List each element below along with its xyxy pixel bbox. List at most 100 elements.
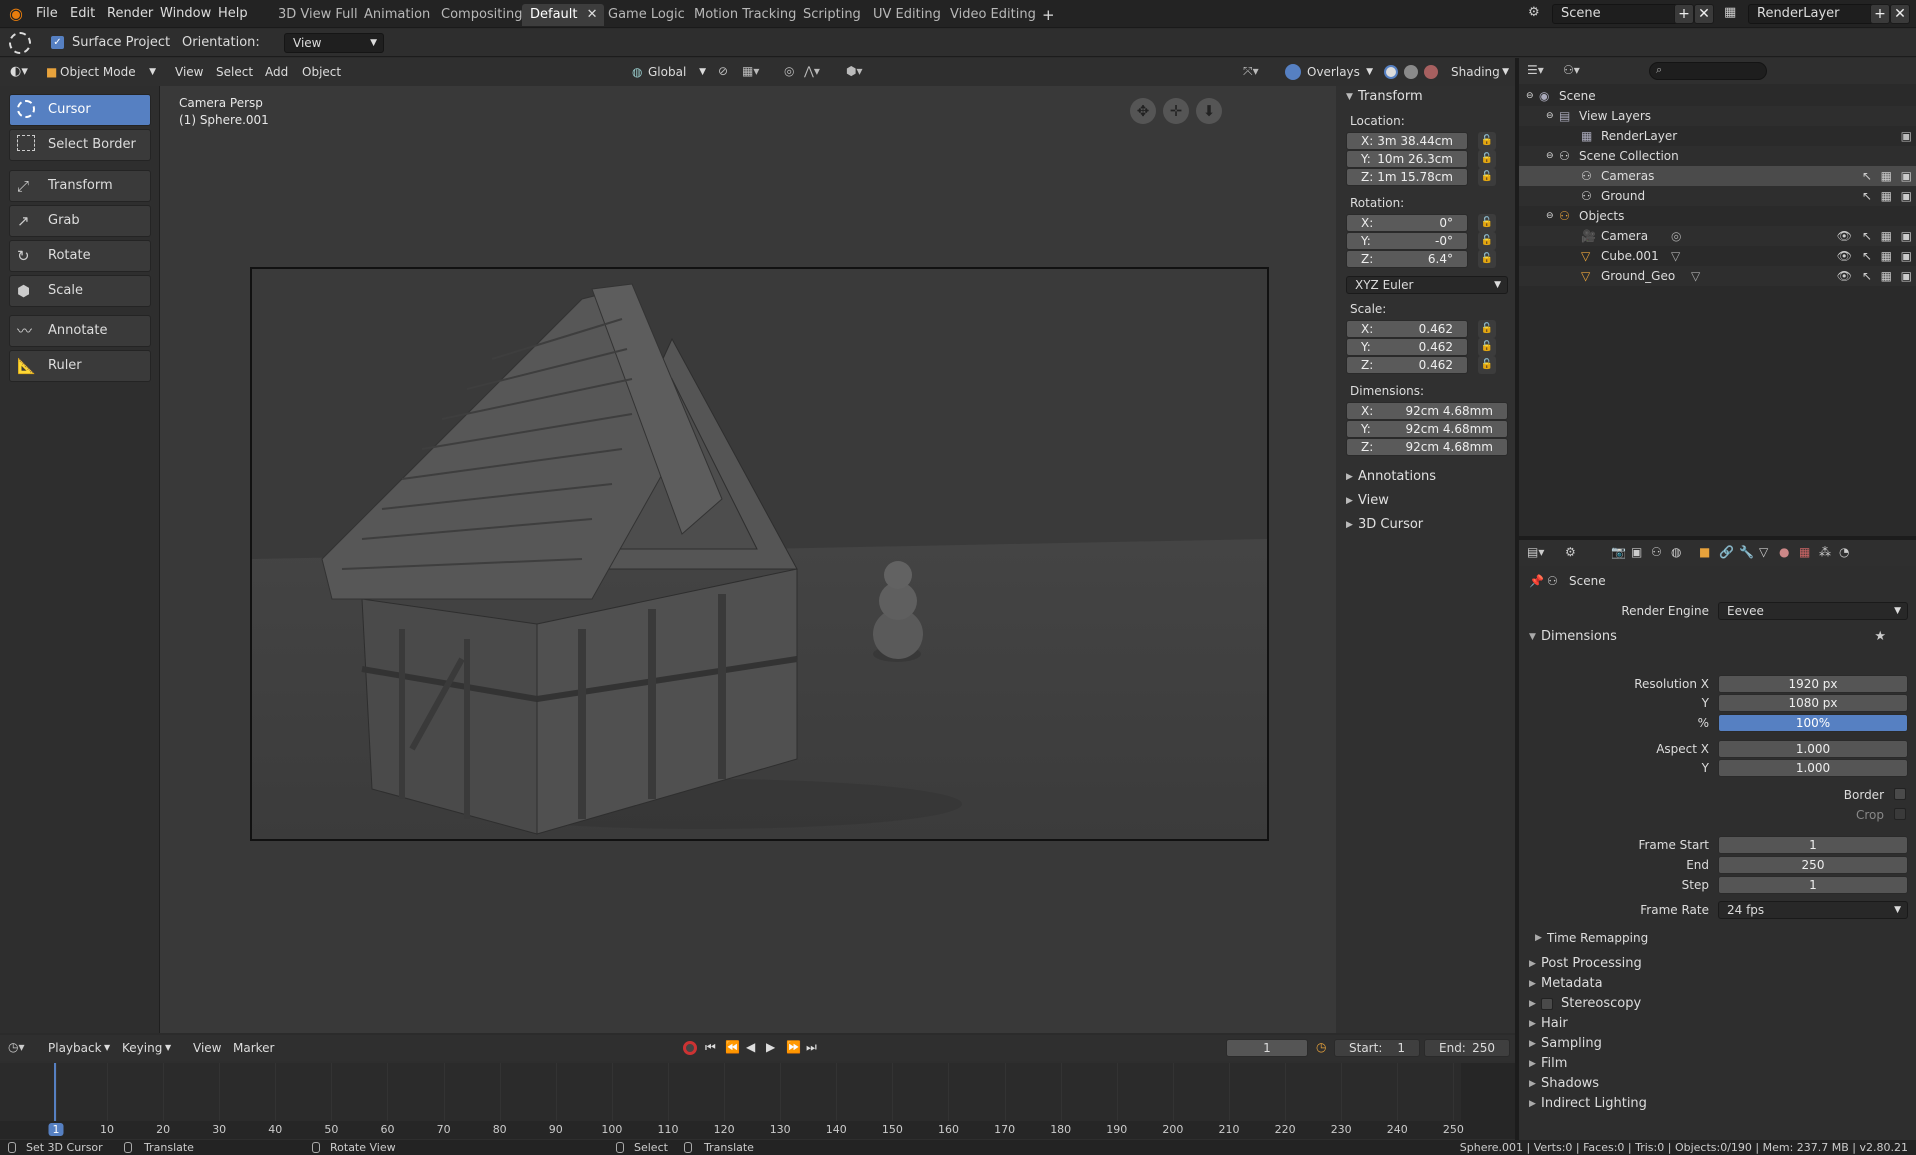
editor-type-icon[interactable]: ◷▾ [8,1040,25,1054]
add-workspace-icon[interactable]: + [1034,4,1063,26]
3d-cursor-panel-header[interactable]: ▶ 3D Cursor [1336,514,1515,536]
navigate-gizmo-icon[interactable]: ✥ [1130,98,1156,124]
resolution-percent-slider[interactable]: 100% [1718,714,1908,732]
rotation-y-field[interactable]: Y: -0° [1346,232,1468,250]
render-toggle-icon[interactable]: ▣ [1901,246,1912,266]
dimensions-section-header[interactable]: ▼ Dimensions ★ [1519,626,1916,648]
snap-icon[interactable]: ⊘ [718,64,728,78]
viewport-toggle-icon[interactable]: ▦ [1881,266,1892,286]
scale-x-field[interactable]: X: 0.462 [1346,320,1468,338]
rotation-x-field[interactable]: X: 0° [1346,214,1468,232]
rotation-z-field[interactable]: Z: 6.4° [1346,250,1468,268]
gizmo-toggle-icon[interactable]: ⤧▾ [1243,64,1259,79]
record-icon[interactable] [683,1041,697,1055]
shading-dropdown[interactable]: Shading ▼ [1445,62,1511,82]
mode-dropdown[interactable]: ■ Object Mode ▼ [42,62,160,82]
tab-uv-editing[interactable]: UV Editing [865,4,949,26]
lock-icon[interactable]: 🔓 [1478,214,1496,232]
menu-view[interactable]: View [175,58,203,86]
hair-section[interactable]: ▶ Hair [1519,1013,1916,1035]
menu-object[interactable]: Object [302,58,341,86]
location-y-field[interactable]: Y: 10m 26.3cm [1346,150,1468,168]
outliner-row-ground[interactable]: ⚇ Ground ↖ ▦ ▣ [1519,186,1916,206]
lock-icon[interactable]: 🔓 [1478,250,1496,268]
outliner-search-input[interactable]: ⌕ [1649,62,1767,80]
overlays-dropdown[interactable]: Overlays ▼ [1283,62,1375,82]
tab-motion-tracking[interactable]: Motion Tracking [686,4,804,26]
orientation-dropdown[interactable]: View ▼ [284,33,384,53]
tab-game-logic[interactable]: Game Logic [600,4,693,26]
modifiers-tab-icon[interactable]: 🔧 [1739,545,1754,559]
cursor-tool-icon[interactable] [9,32,31,54]
outliner-row-view-layers[interactable]: ⊖ ▤ View Layers [1519,106,1916,126]
lock-icon[interactable]: 🔓 [1478,338,1496,356]
menu-file[interactable]: File [36,0,58,28]
pin-icon[interactable]: 📌 [1529,574,1544,588]
select-toggle-icon[interactable]: ↖ [1862,226,1872,246]
select-toggle-icon[interactable]: ↖ [1862,266,1872,286]
render-engine-dropdown[interactable]: Eevee ▼ [1718,602,1908,620]
tool-ruler[interactable]: 📐 Ruler [9,350,151,382]
editor-type-icon[interactable]: ▤▾ [1527,545,1544,559]
presets-icon[interactable]: ★ [1874,626,1886,648]
location-z-field[interactable]: Z: 1m 15.78cm [1346,168,1468,186]
object-tab-icon[interactable]: ■ [1699,545,1710,559]
time-remapping-subpanel[interactable]: ▶ Time Remapping [1519,927,1916,949]
outliner-row-cube[interactable]: ▽ Cube.001 ▽ 👁 ↖ ▦ ▣ [1519,246,1916,266]
renderlayer-icon[interactable]: ▦ [1724,5,1742,23]
viewport-canvas[interactable]: Camera Persp (1) Sphere.001 ✥ ✛ ⬇ [160,86,1336,1033]
expand-icon[interactable]: ⊖ [1546,106,1554,126]
jump-start-icon[interactable]: ⏮ [705,1040,716,1055]
data-tab-icon[interactable]: ▽ [1759,545,1768,559]
lock-icon[interactable]: 🔓 [1478,356,1496,374]
outliner-row-renderlayer[interactable]: ▦ RenderLayer ▣ [1519,126,1916,146]
menu-timeline-view[interactable]: View [193,1035,221,1061]
crop-checkbox[interactable] [1894,808,1906,820]
material-tab-icon[interactable]: ● [1779,545,1789,559]
rendered-shading-icon[interactable] [1424,65,1438,79]
add-scene-icon[interactable]: + [1674,4,1694,24]
lock-icon[interactable]: 🔓 [1478,168,1496,186]
render-toggle-icon[interactable]: ▣ [1901,126,1912,146]
stereoscopy-section[interactable]: ▶ Stereoscopy [1519,993,1916,1015]
menu-edit[interactable]: Edit [70,0,95,28]
renderlayer-field[interactable]: RenderLayer [1748,4,1878,24]
annotations-panel-header[interactable]: ▶ Annotations [1336,466,1515,488]
tool-cursor[interactable]: Cursor [9,94,151,126]
outliner-row-camera[interactable]: 🎥 Camera ◎ 👁 ↖ ▦ ▣ [1519,226,1916,246]
outliner-row-ground-geo[interactable]: ▽ Ground_Geo ▽ 👁 ↖ ▦ ▣ [1519,266,1916,286]
outliner-row-scene[interactable]: ⊖ ◉ Scene [1519,86,1916,106]
viewport-toggle-icon[interactable]: ▦ [1881,226,1892,246]
play-icon[interactable]: ▶ [766,1040,775,1054]
expand-icon[interactable]: ⊖ [1546,206,1554,226]
tab-compositing[interactable]: Compositing [433,4,531,26]
play-reverse-icon[interactable]: ◀ [746,1040,755,1054]
remove-scene-icon[interactable]: ✕ [1694,4,1714,24]
menu-playback[interactable]: Playback [48,1035,102,1061]
solid-shading-icon[interactable] [1384,65,1398,79]
visibility-icon[interactable]: 👁 [1837,246,1852,266]
viewport-toggle-icon[interactable]: ▦ [1881,246,1892,266]
particles-tab-icon[interactable]: ⁂ [1819,545,1831,559]
lock-icon[interactable]: 🔓 [1478,132,1496,150]
outliner-row-objects[interactable]: ⊖ ⚇ Objects [1519,206,1916,226]
metadata-section[interactable]: ▶ Metadata [1519,973,1916,995]
menu-add[interactable]: Add [265,58,288,86]
visibility-icon[interactable]: 👁 [1837,226,1852,246]
zoom-gizmo-icon[interactable]: ✛ [1163,98,1189,124]
render-toggle-icon[interactable]: ▣ [1901,186,1912,206]
material-shading-icon[interactable] [1404,65,1418,79]
expand-icon[interactable]: ⊖ [1546,146,1554,166]
post-processing-section[interactable]: ▶ Post Processing [1519,953,1916,975]
outliner-row-cameras[interactable]: ⚇ Cameras ↖ ▦ ▣ [1519,166,1916,186]
expand-icon[interactable]: ⊖ [1526,86,1534,106]
scene-icon[interactable]: ⚙ [1528,5,1546,23]
tool-rotate[interactable]: ↻ Rotate [9,240,151,272]
tool-annotate[interactable]: 〰 Annotate [9,315,151,347]
end-frame-field[interactable]: End: 250 [1424,1039,1510,1057]
dimension-y-field[interactable]: Y: 92cm 4.68mm [1346,420,1508,438]
scale-y-field[interactable]: Y: 0.462 [1346,338,1468,356]
world-tab-icon[interactable]: ◍ [1671,545,1681,559]
menu-window[interactable]: Window [160,0,211,28]
timeline-track-area[interactable] [0,1063,1515,1121]
